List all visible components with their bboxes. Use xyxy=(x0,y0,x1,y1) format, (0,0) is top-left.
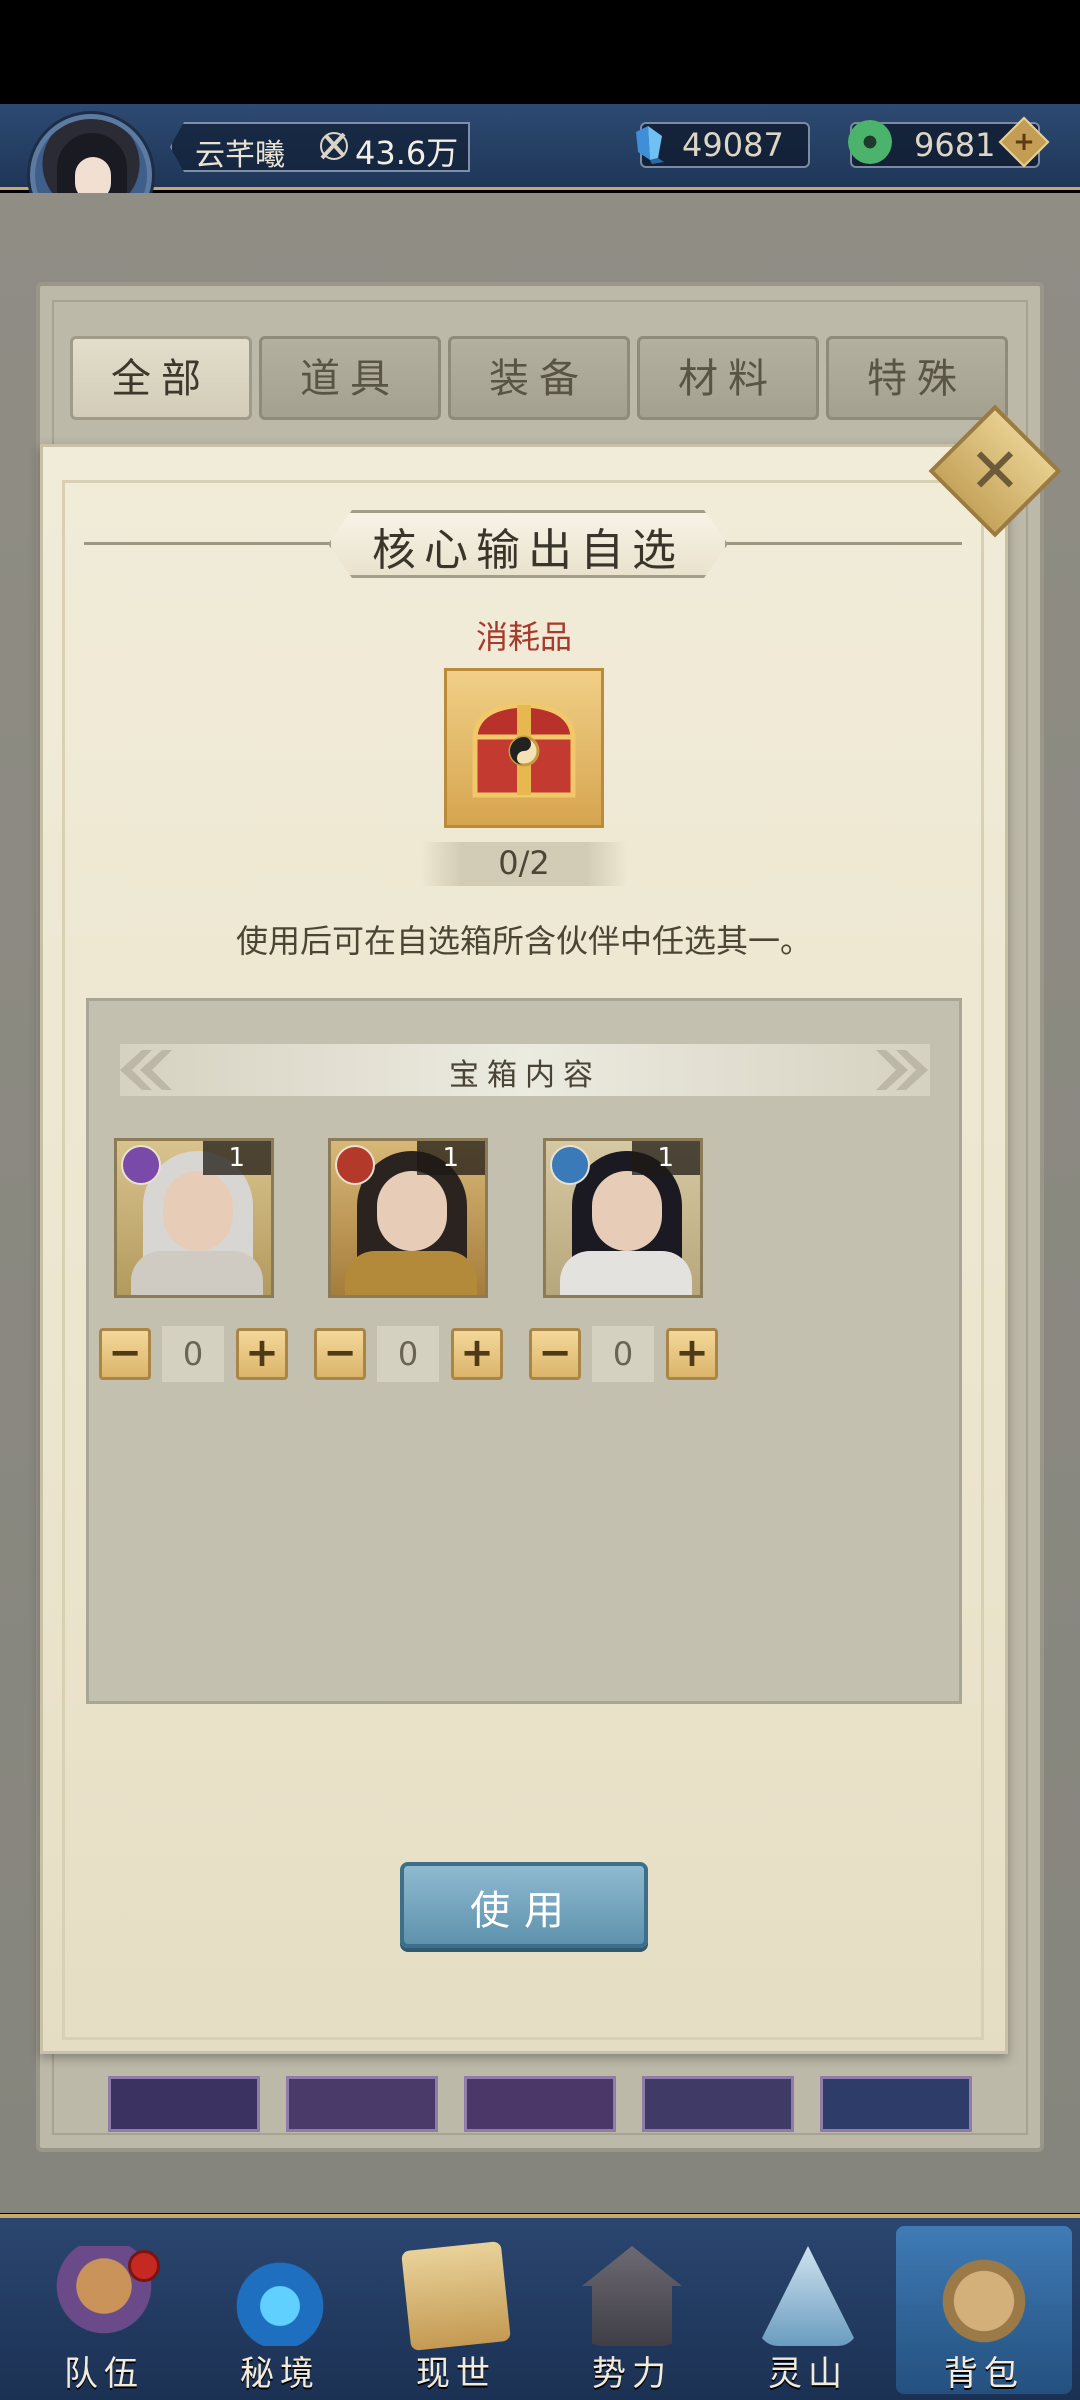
hero-1-quantity: 0 xyxy=(162,1326,224,1382)
treasure-chest-item xyxy=(444,668,604,828)
nav-world[interactable]: 现世 xyxy=(368,2226,544,2394)
nav-faction[interactable]: 势力 xyxy=(544,2226,720,2394)
plus-icon: + xyxy=(1013,127,1035,157)
title-divider-right xyxy=(722,542,962,545)
hero-face xyxy=(377,1171,447,1251)
spirit-mountain-icon xyxy=(758,2246,858,2346)
increase-hero-1-button[interactable]: + xyxy=(236,1328,288,1380)
hero-3-quantity: 0 xyxy=(592,1326,654,1382)
title-divider-left xyxy=(84,542,334,545)
owned-count: 0/2 xyxy=(498,844,550,882)
status-bar xyxy=(0,0,1080,104)
hero-body xyxy=(560,1251,692,1295)
nav-label: 背包 xyxy=(944,2354,1024,2394)
combat-power-icon xyxy=(320,132,348,160)
jade-coin-icon xyxy=(848,120,892,164)
hero-level: 1 xyxy=(657,1143,674,1173)
hero-body xyxy=(131,1251,263,1295)
bag-item-thumb[interactable] xyxy=(464,2076,616,2132)
item-description: 使用后可在自选箱所含伙伴中任选其一。 xyxy=(235,922,812,960)
purple-swirl-element-icon xyxy=(121,1145,161,1185)
decrease-hero-2-button[interactable]: − xyxy=(314,1328,366,1380)
bag-item-thumb[interactable] xyxy=(820,2076,972,2132)
use-button-label: 使用 xyxy=(470,1888,578,1934)
tab-materials[interactable]: 材料 xyxy=(637,336,819,420)
nav-label: 秘境 xyxy=(240,2354,320,2394)
bag-item-thumb[interactable] xyxy=(642,2076,794,2132)
crystal-gem-icon xyxy=(636,126,664,164)
tab-equipment[interactable]: 装备 xyxy=(448,336,630,420)
bag-icon xyxy=(934,2246,1034,2346)
player-name: 云芊曦 xyxy=(195,138,285,173)
hero-face xyxy=(163,1171,233,1251)
water-element-icon xyxy=(550,1145,590,1185)
hero-level: 1 xyxy=(228,1143,245,1173)
secret-realm-icon xyxy=(230,2246,330,2346)
notification-dot xyxy=(128,2250,160,2282)
nav-label: 灵山 xyxy=(768,2354,848,2394)
nav-label: 势力 xyxy=(592,2354,672,2394)
hero-card-1[interactable]: 1 xyxy=(114,1138,274,1298)
chest-contents-title: 宝箱内容 xyxy=(449,1058,601,1093)
tab-special[interactable]: 特殊 xyxy=(826,336,1008,420)
gem-currency-value: 49087 xyxy=(682,126,784,164)
nav-spirit-mountain[interactable]: 灵山 xyxy=(720,2226,896,2394)
nav-team[interactable]: 队伍 xyxy=(16,2226,192,2394)
world-scroll-icon xyxy=(401,2241,511,2351)
modal-title: 核心输出自选 xyxy=(372,525,684,576)
increase-hero-3-button[interactable]: + xyxy=(666,1328,718,1380)
close-icon: ✕ xyxy=(969,434,1021,507)
item-category: 消耗品 xyxy=(475,618,572,656)
hero-face xyxy=(592,1171,662,1251)
tab-props[interactable]: 道具 xyxy=(259,336,441,420)
hero-level: 1 xyxy=(442,1143,459,1173)
nav-label: 现世 xyxy=(416,2354,496,2394)
hero-armor xyxy=(345,1251,477,1295)
bag-item-thumb[interactable] xyxy=(108,2076,260,2132)
nav-bag[interactable]: 背包 xyxy=(896,2226,1072,2394)
nav-secret-realm[interactable]: 秘境 xyxy=(192,2226,368,2394)
hero-2-quantity: 0 xyxy=(377,1326,439,1382)
faction-temple-icon xyxy=(582,2246,682,2346)
nav-label: 队伍 xyxy=(64,2354,144,2394)
jade-currency-value: 9681 xyxy=(914,126,996,164)
increase-hero-2-button[interactable]: + xyxy=(451,1328,503,1380)
hero-card-2[interactable]: 1 xyxy=(328,1138,488,1298)
treasure-chest-icon xyxy=(472,702,576,798)
fire-element-icon xyxy=(335,1145,375,1185)
decrease-hero-1-button[interactable]: − xyxy=(99,1328,151,1380)
decrease-hero-3-button[interactable]: − xyxy=(529,1328,581,1380)
hero-card-3[interactable]: 1 xyxy=(543,1138,703,1298)
tab-all[interactable]: 全部 xyxy=(70,336,252,420)
bag-item-thumb[interactable] xyxy=(286,2076,438,2132)
combat-power-value: 43.6万 xyxy=(355,134,459,172)
